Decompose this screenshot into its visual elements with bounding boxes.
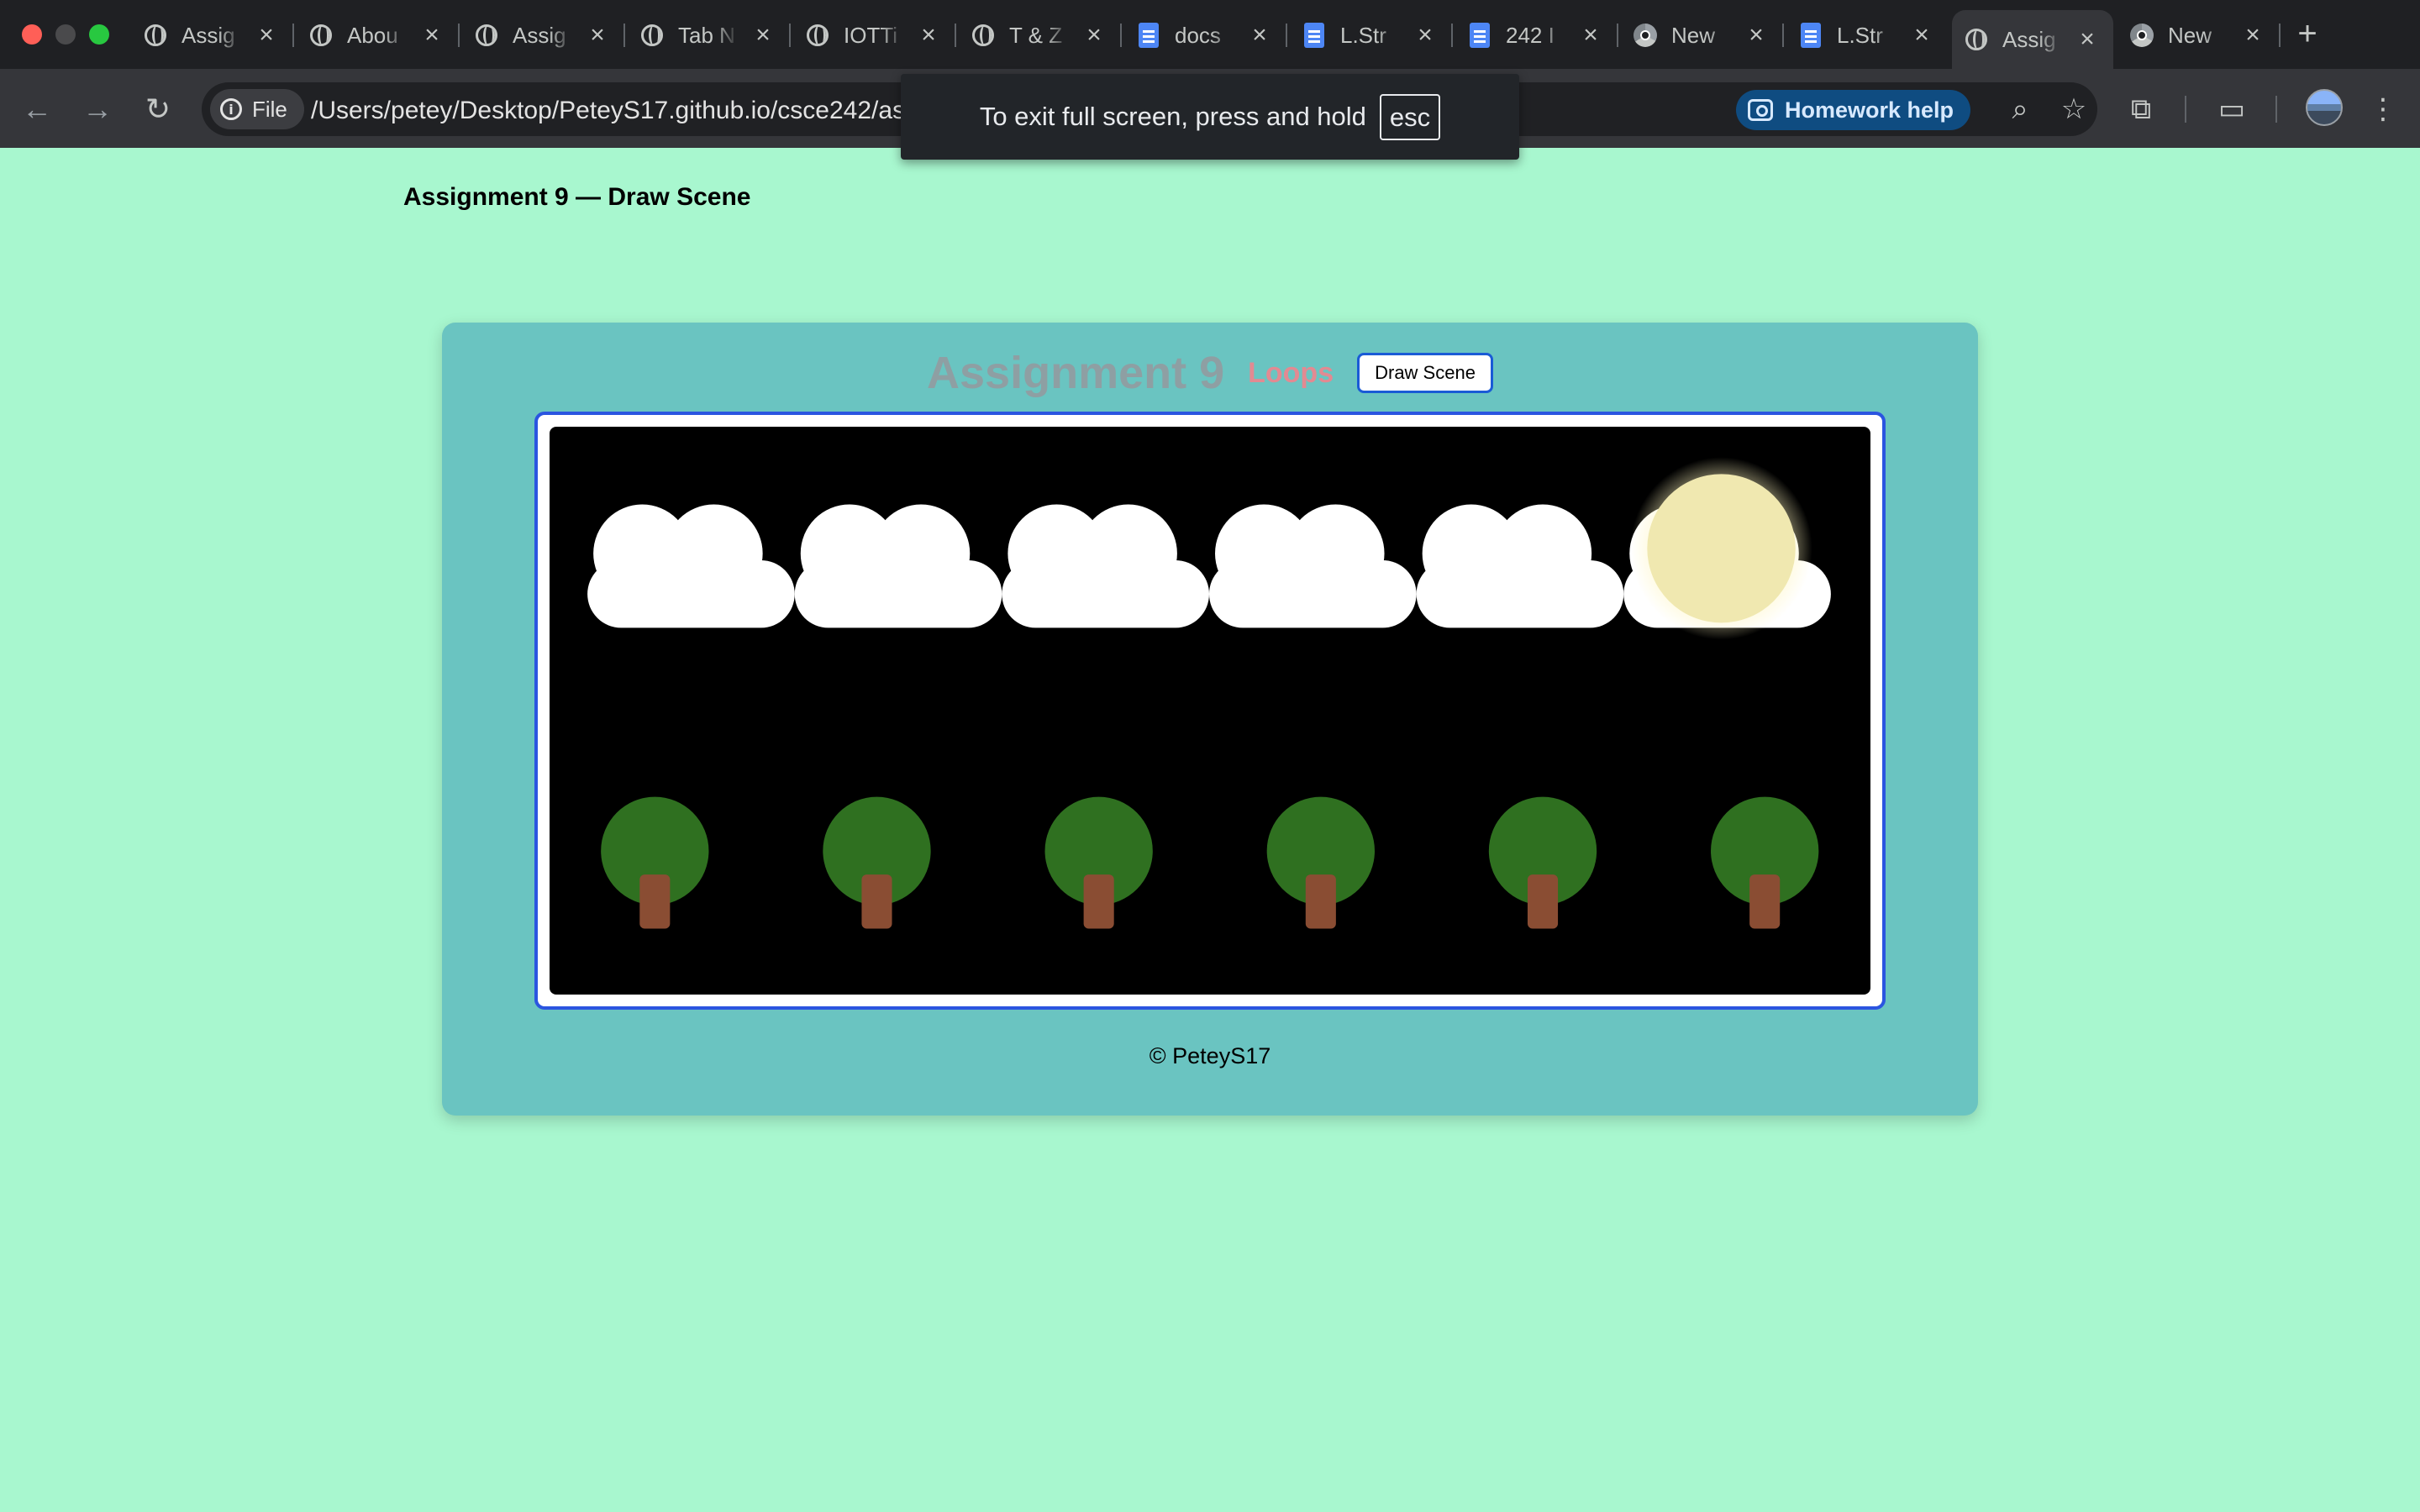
zoom-window-button[interactable]	[89, 24, 109, 45]
chrome-icon	[2129, 23, 2154, 48]
homework-help-button[interactable]: Homework help	[1736, 90, 1971, 130]
browser-tab[interactable]: New ×	[2118, 13, 2281, 57]
tab-title: Assig	[2002, 26, 2056, 52]
browser-tab[interactable]: IOTTi ×	[793, 13, 956, 57]
globe-icon	[308, 23, 334, 48]
tab-title: Abou	[347, 22, 398, 48]
docs-icon	[1798, 23, 1823, 48]
sun	[1630, 457, 1812, 640]
site-info-chip[interactable]: i File	[210, 89, 304, 129]
globe-icon	[143, 23, 168, 48]
browser-tab[interactable]: New ×	[1621, 13, 1784, 57]
info-icon: i	[220, 98, 242, 120]
tab-separator	[789, 24, 791, 47]
toast-message: To exit full screen, press and hold	[979, 102, 1366, 131]
browser-tab[interactable]: Assig ×	[462, 13, 625, 57]
globe-icon	[474, 23, 499, 48]
new-tab-button[interactable]: +	[2291, 15, 2324, 53]
night-scene	[550, 427, 1870, 995]
card-header: Assignment 9 Loops Draw Scene	[442, 343, 1978, 403]
esc-key-badge: esc	[1379, 93, 1441, 140]
tab-separator	[292, 24, 294, 47]
tab-close-icon[interactable]: ×	[1578, 23, 1603, 48]
tab-close-icon[interactable]: ×	[1081, 23, 1107, 48]
card-subtitle: Loops	[1248, 356, 1334, 389]
tab-separator	[2279, 24, 2281, 47]
cast-search-icon[interactable]: ▭	[2213, 91, 2250, 128]
tab-separator	[1617, 24, 1618, 47]
camera-search-icon	[1748, 99, 1773, 121]
tab-close-icon[interactable]: ×	[1413, 23, 1438, 48]
zoom-icon[interactable]: ⌕	[2002, 91, 2039, 128]
fullscreen-exit-toast: To exit full screen, press and hold esc	[901, 74, 1519, 160]
menu-kebab-icon[interactable]: ⋮	[2365, 91, 2402, 128]
browser-tab[interactable]: T & Z ×	[959, 13, 1122, 57]
tab-title: docs	[1175, 22, 1221, 48]
tab-title: 242 I	[1506, 22, 1555, 48]
tab-close-icon[interactable]: ×	[2075, 27, 2100, 52]
tab-close-icon[interactable]: ×	[419, 23, 445, 48]
tab-title: L.Str	[1340, 22, 1386, 48]
browser-tab[interactable]: Tab N ×	[628, 13, 791, 57]
globe-icon	[1964, 27, 1989, 52]
tab-separator	[623, 24, 625, 47]
docs-icon	[1136, 23, 1161, 48]
tab-title: Assig	[182, 22, 235, 48]
tab-close-icon[interactable]: ×	[750, 23, 776, 48]
tab-title: Assig	[513, 22, 566, 48]
tab-title: IOTTi	[844, 22, 898, 48]
browser-tab[interactable]: L.Str ×	[1290, 13, 1453, 57]
homework-help-label: Homework help	[1785, 97, 1954, 123]
chrome-icon	[1633, 23, 1658, 48]
tab-separator	[1286, 24, 1287, 47]
tab-title: L.Str	[1837, 22, 1883, 48]
tab-title: T & Z	[1009, 22, 1063, 48]
tab-close-icon[interactable]: ×	[1744, 23, 1769, 48]
tab-separator	[1782, 24, 1784, 47]
tab-close-icon[interactable]: ×	[1909, 23, 1934, 48]
tab-title: New	[2168, 22, 2212, 48]
extensions-icon[interactable]: ⧉	[2123, 91, 2160, 128]
browser-tab-strip: Assig × Abou × Assig × Tab N × IOTTi × T & Z × docs ×…	[0, 0, 2420, 69]
back-icon[interactable]: ←	[18, 91, 55, 128]
draw-scene-button[interactable]: Draw Scene	[1357, 353, 1493, 393]
docs-icon	[1302, 23, 1327, 48]
footer-copyright: © PeteyS17	[1149, 1043, 1271, 1068]
browser-tab[interactable]: docs ×	[1124, 13, 1287, 57]
url-text[interactable]: /Users/petey/Desktop/PeteyS17.github.io/…	[311, 97, 905, 125]
tab-close-icon[interactable]: ×	[2240, 23, 2265, 48]
globe-icon	[805, 23, 830, 48]
browser-tab[interactable]: 242 I ×	[1455, 13, 1618, 57]
scene-frame	[534, 412, 1886, 1010]
tab-separator	[458, 24, 460, 47]
site-info-label: File	[252, 96, 287, 122]
browser-tab[interactable]: L.Str ×	[1786, 13, 1948, 57]
tab-close-icon[interactable]: ×	[585, 23, 610, 48]
minimize-window-button[interactable]	[55, 24, 76, 45]
tab-separator	[1120, 24, 1122, 47]
toolbar-divider	[2185, 96, 2186, 123]
globe-icon	[639, 23, 665, 48]
assignment-card: Assignment 9 Loops Draw Scene © PeteyS17	[442, 323, 1978, 1116]
toolbar-divider	[2275, 96, 2277, 123]
page-title: Assignment 9 — Draw Scene	[403, 183, 751, 211]
profile-avatar[interactable]	[2306, 89, 2343, 126]
browser-tab[interactable]: Abou ×	[297, 13, 460, 57]
tab-close-icon[interactable]: ×	[254, 23, 279, 48]
tab-title: Tab N	[678, 22, 735, 48]
tab-separator	[955, 24, 956, 47]
tab-close-icon[interactable]: ×	[1247, 23, 1272, 48]
tab-separator	[1451, 24, 1453, 47]
bookmark-star-icon[interactable]: ☆	[2055, 91, 2092, 128]
card-title: Assignment 9	[927, 348, 1225, 398]
tab-close-icon[interactable]: ×	[916, 23, 941, 48]
globe-icon	[971, 23, 996, 48]
browser-tab[interactable]: Assig ×	[1952, 10, 2113, 69]
close-window-button[interactable]	[22, 24, 42, 45]
reload-icon[interactable]: ↻	[139, 91, 176, 128]
forward-icon[interactable]: →	[79, 91, 116, 128]
tab-title: New	[1671, 22, 1716, 48]
docs-icon	[1467, 23, 1492, 48]
browser-tab[interactable]: Assig ×	[131, 13, 294, 57]
